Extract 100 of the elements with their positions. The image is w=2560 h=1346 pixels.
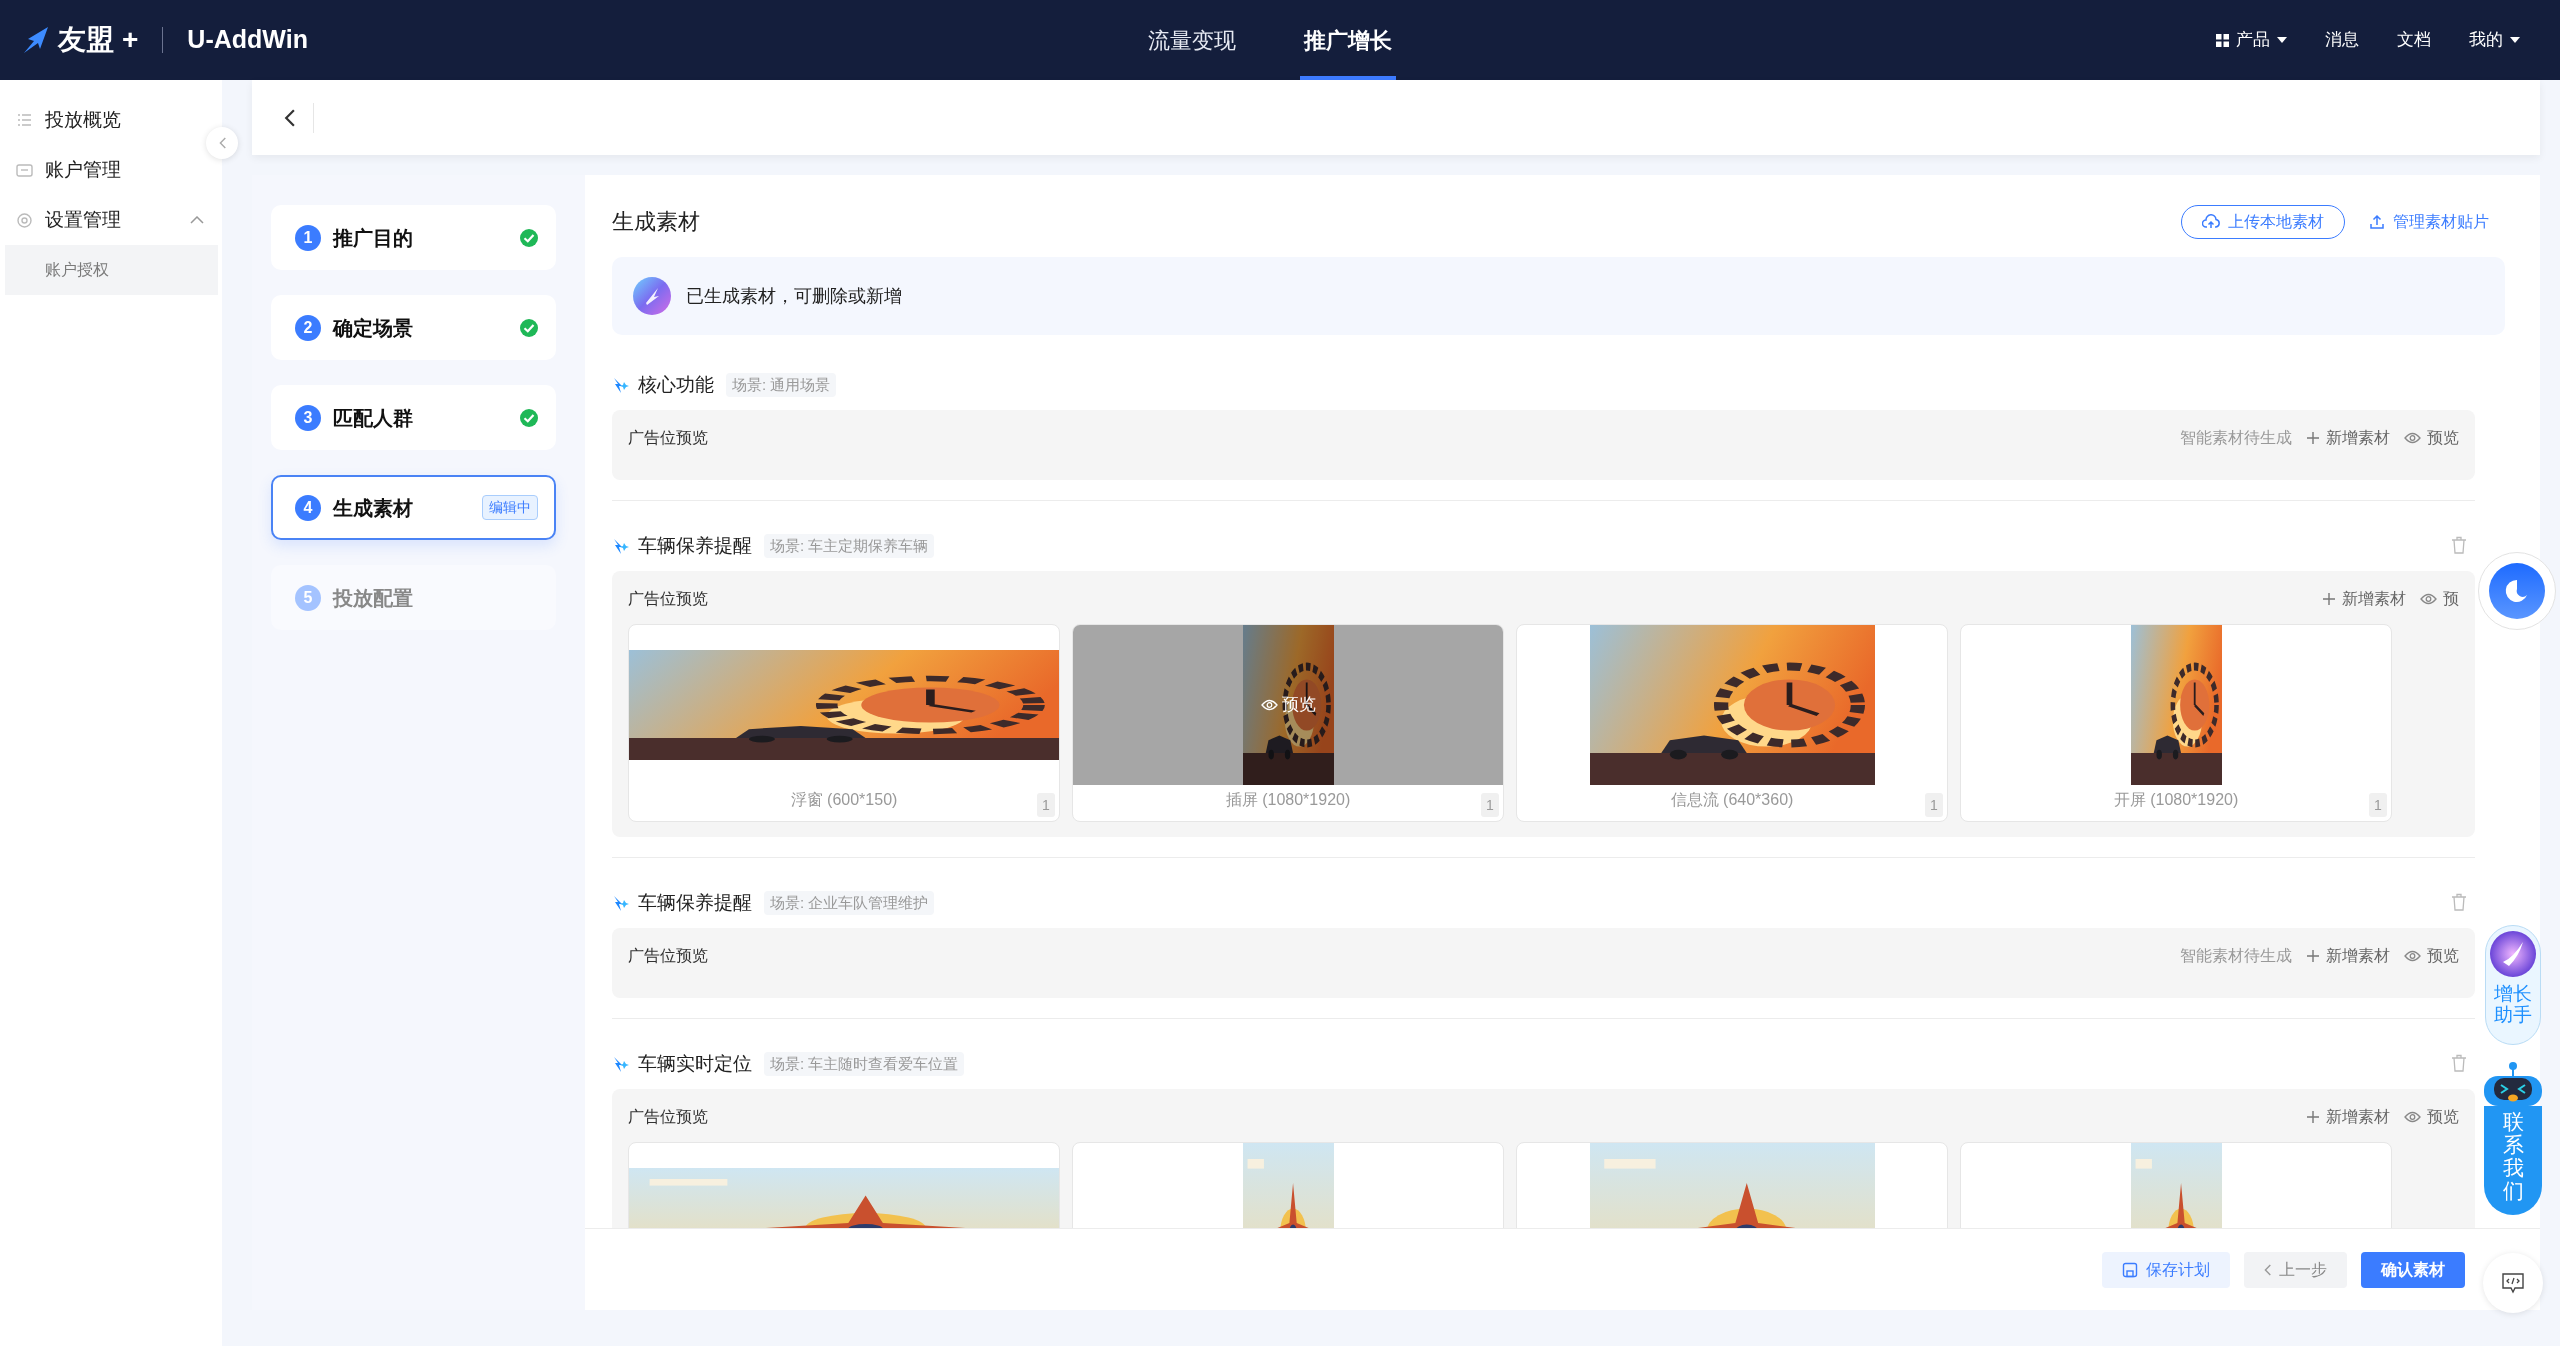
eye-icon (2404, 950, 2421, 962)
status-text: 智能素材待生成 (2180, 428, 2292, 448)
save-icon (2122, 1261, 2138, 1278)
manage-button[interactable]: 管理素材贴片 (2353, 206, 2505, 238)
material-card[interactable]: 预览 插屏 (1080*1920) 1 (1072, 624, 1504, 822)
add-material-button[interactable]: 新增素材 (2306, 426, 2390, 450)
eye-icon (1260, 699, 1278, 711)
step-label: 匹配人群 (333, 405, 414, 431)
scene-tag: 场景: 企业车队管理维护 (764, 890, 935, 916)
cloud-upload-icon (2202, 214, 2220, 230)
sidebar-subitem[interactable]: 账户授权 (5, 245, 218, 295)
material-card[interactable]: 开屏 (1080*1920) 1 (1960, 624, 2392, 822)
sparkle-icon (612, 1055, 630, 1073)
trash-icon[interactable] (2451, 536, 2467, 554)
section-title: 车辆实时定位 (638, 1051, 752, 1076)
preview-label: 广告位预览 (628, 589, 708, 609)
step-number: 5 (295, 584, 321, 611)
preview-label: 广告位预览 (628, 428, 708, 448)
preview-label: 广告位预览 (628, 1107, 708, 1127)
header-link[interactable]: 文档 (2397, 27, 2431, 53)
scene-tag: 场景: 通用场景 (726, 372, 837, 398)
logo-text: 友盟 (58, 23, 114, 57)
header-menu[interactable]: 我的 (2469, 27, 2520, 53)
chevron-left-icon (218, 137, 226, 149)
step-label: 推广目的 (333, 225, 414, 251)
product-name: U-AddWin (187, 24, 308, 56)
step-label: 生成素材 (333, 495, 414, 521)
back-icon (284, 108, 295, 127)
assistant-widget[interactable]: 增长助手 (2485, 925, 2541, 1045)
eye-icon (2420, 593, 2437, 605)
section-title: 车辆保养提醒 (638, 890, 752, 915)
scene-tag: 场景: 车主随时查看爱车位置 (764, 1051, 965, 1077)
card-icon (16, 161, 33, 179)
grid-icon (2216, 33, 2229, 47)
plus-icon (2322, 592, 2336, 606)
caret-icon (2510, 37, 2520, 43)
upload-button[interactable]: 上传本地素材 (2181, 205, 2345, 239)
preview-button[interactable]: 预览 (2404, 426, 2459, 450)
sparkle-icon (612, 376, 630, 394)
sparkle-icon (612, 537, 630, 555)
previous-button[interactable]: 上一步 (2244, 1251, 2347, 1288)
add-material-button[interactable]: 新增素材 (2322, 587, 2406, 611)
confirm-button[interactable]: 确认素材 (2361, 1251, 2465, 1288)
nav-tab[interactable]: 流量变现 (1144, 0, 1240, 80)
count-tag: 1 (1037, 793, 1055, 817)
step-number: 2 (295, 314, 321, 341)
step-number: 1 (295, 224, 321, 251)
sparkle-orb-icon (2489, 930, 2537, 978)
section-title: 核心功能 (638, 372, 714, 397)
preview-link[interactable]: 预览 (1260, 692, 1316, 718)
plus-icon (2306, 431, 2320, 445)
sidebar-item[interactable]: 投放概览 (0, 95, 222, 145)
step-card[interactable]: 4 生成素材 编辑中 (271, 475, 556, 540)
orb-icon (632, 276, 672, 316)
sidebar-item[interactable]: 设置管理 (0, 195, 222, 245)
eye-icon (2404, 1111, 2421, 1123)
step-label: 投放配置 (333, 585, 414, 611)
preview-button[interactable]: 预 (2420, 587, 2459, 611)
add-material-button[interactable]: 新增素材 (2306, 944, 2390, 968)
notice-text: 已生成素材，可删除或新增 (686, 284, 902, 308)
assistant-label: 增长助手 (2494, 984, 2532, 1026)
trash-icon[interactable] (2451, 1054, 2467, 1072)
preview-label: 广告位预览 (628, 946, 708, 966)
plus-icon (2306, 949, 2320, 963)
add-material-button[interactable]: 新增素材 (2306, 1105, 2390, 1129)
step-label: 确定场景 (333, 315, 414, 341)
preview-button[interactable]: 预览 (2404, 944, 2459, 968)
count-tag: 1 (1925, 793, 1943, 817)
header-menu[interactable]: 产品 (2216, 27, 2287, 53)
robot-icon (2484, 1062, 2542, 1106)
caret-icon (2277, 37, 2287, 43)
step-card[interactable]: 2 确定场景 (271, 295, 556, 360)
save-plan-button[interactable]: 保存计划 (2102, 1251, 2230, 1288)
step-card[interactable]: 1 推广目的 (271, 205, 556, 270)
list-icon (16, 111, 33, 129)
trash-icon[interactable] (2451, 893, 2467, 911)
count-tag: 1 (1481, 793, 1499, 817)
status-tag: 编辑中 (482, 495, 538, 520)
card-label: 插屏 (1080*1920) (1225, 791, 1351, 808)
code-chat-icon (2501, 1272, 2525, 1294)
upload-icon (2369, 214, 2385, 230)
plus-icon (2306, 1110, 2320, 1124)
material-card[interactable]: 信息流 (640*360) 1 (1516, 624, 1948, 822)
step-number: 3 (295, 404, 321, 431)
chevron-left-icon (2264, 1263, 2271, 1276)
step-number: 4 (295, 494, 321, 521)
material-card[interactable]: 浮窗 (600*150) 1 (628, 624, 1060, 822)
status-text: 智能素材待生成 (2180, 946, 2292, 966)
sidebar-item[interactable]: 账户管理 (0, 145, 222, 195)
preview-button[interactable]: 预览 (2404, 1105, 2459, 1129)
scene-tag: 场景: 车主定期保养车辆 (764, 533, 935, 559)
card-label: 浮窗 (600*150) (790, 791, 898, 808)
step-card[interactable]: 3 匹配人群 (271, 385, 556, 450)
sparkle-icon (612, 894, 630, 912)
card-label: 信息流 (640*360) (1670, 791, 1794, 808)
header-link[interactable]: 消息 (2325, 27, 2359, 53)
card-label: 开屏 (1080*1920) (2113, 791, 2239, 808)
collapse-button[interactable] (206, 127, 238, 159)
count-tag: 1 (2369, 793, 2387, 817)
panel-title: 生成素材 (612, 208, 700, 236)
